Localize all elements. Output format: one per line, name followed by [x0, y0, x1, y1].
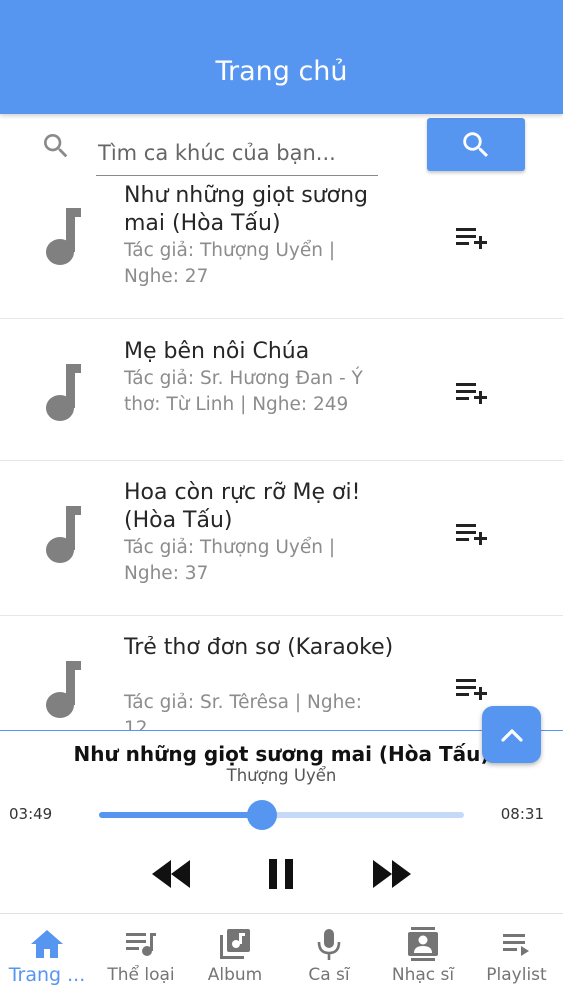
- playlist-play-icon: [501, 927, 533, 961]
- app-screen: Trang chủ Như những giọt sương mai (Hòa …: [0, 0, 563, 1000]
- nav-label: Playlist: [486, 965, 547, 985]
- music-note-icon: [38, 659, 86, 723]
- song-list-item[interactable]: Trẻ thơ đơn sơ (Karaoke) Tác giả: Sr. Tê…: [0, 616, 563, 730]
- search-icon: [40, 130, 72, 162]
- seek-slider-thumb[interactable]: [247, 800, 278, 830]
- fast-rewind-icon: [152, 860, 190, 888]
- scroll-to-top-button[interactable]: [482, 706, 541, 763]
- playlist-add-icon[interactable]: [456, 677, 488, 701]
- pause-button[interactable]: [260, 854, 302, 894]
- nav-label: Album: [207, 965, 263, 985]
- contact-card-icon: [406, 927, 440, 961]
- bottom-navigation: Trang ... Thể loại Album Ca sĩ Nhạc sĩ P…: [0, 913, 563, 1000]
- song-title: Trẻ thơ đơn sơ (Karaoke): [124, 635, 394, 660]
- search-button[interactable]: [427, 118, 525, 171]
- seek-slider-progress: [99, 812, 263, 818]
- nav-item-singer[interactable]: Ca sĩ: [282, 914, 376, 1000]
- song-list: Như những giọt sương mai (Hòa Tấu) Tác g…: [0, 178, 563, 730]
- music-note-icon: [38, 362, 86, 426]
- music-player: Như những giọt sương mai (Hòa Tấu) Thượn…: [0, 730, 563, 913]
- app-bar: Trang chủ: [0, 0, 563, 114]
- seek-slider[interactable]: [99, 800, 464, 830]
- fast-forward-icon: [373, 860, 411, 888]
- playlist-add-icon[interactable]: [456, 226, 488, 250]
- queue-music-icon: [124, 927, 158, 961]
- page-title: Trang chủ: [215, 56, 348, 87]
- song-subtitle: Tác giả: Thượng Uyển | Nghe: 37: [124, 537, 336, 584]
- fast-forward-button[interactable]: [369, 854, 415, 894]
- song-subtitle: Tác giả: Sr. Têrêsa | Nghe: 12: [124, 692, 362, 730]
- now-playing-artist: Thượng Uyển: [226, 766, 337, 785]
- home-icon: [29, 927, 65, 961]
- nav-label: Thể loại: [107, 965, 175, 985]
- music-note-icon: [38, 504, 86, 568]
- song-list-item[interactable]: Hoa còn rực rỡ Mẹ ơi! (Hòa Tấu) Tác giả:…: [0, 461, 563, 616]
- song-subtitle: Tác giả: Sr. Hương Đan - Ý thơ: Từ Linh …: [124, 368, 363, 415]
- nav-item-album[interactable]: Album: [188, 914, 282, 1000]
- search-icon: [463, 131, 489, 157]
- rewind-button[interactable]: [148, 854, 194, 894]
- current-time: 03:49: [9, 805, 53, 823]
- mic-icon: [316, 927, 342, 961]
- nav-item-genre[interactable]: Thể loại: [94, 914, 188, 1000]
- nav-label: Ca sĩ: [308, 965, 350, 985]
- nav-label: Trang ...: [8, 964, 86, 986]
- song-list-item[interactable]: Như những giọt sương mai (Hòa Tấu) Tác g…: [0, 178, 563, 319]
- song-title: Như những giọt sương mai (Hòa Tấu): [124, 183, 368, 236]
- library-music-icon: [218, 927, 252, 961]
- song-title: Hoa còn rực rỡ Mẹ ơi! (Hòa Tấu): [124, 480, 361, 533]
- nav-item-playlist[interactable]: Playlist: [470, 914, 563, 1000]
- now-playing-title: Như những giọt sương mai (Hòa Tấu): [73, 742, 490, 766]
- playlist-add-icon[interactable]: [456, 381, 488, 405]
- song-list-item[interactable]: Mẹ bên nôi Chúa Tác giả: Sr. Hương Đan -…: [0, 319, 563, 461]
- playlist-add-icon[interactable]: [456, 522, 488, 546]
- total-time: 08:31: [500, 805, 544, 823]
- nav-label: Nhạc sĩ: [391, 965, 455, 985]
- nav-item-home[interactable]: Trang ...: [0, 914, 94, 1000]
- music-note-icon: [38, 206, 86, 270]
- song-title: Mẹ bên nôi Chúa: [124, 339, 310, 364]
- chevron-up-icon: [500, 728, 523, 742]
- nav-item-composer[interactable]: Nhạc sĩ: [376, 914, 470, 1000]
- search-input[interactable]: [96, 120, 378, 176]
- pause-icon: [269, 859, 293, 889]
- song-subtitle: Tác giả: Thượng Uyển | Nghe: 27: [124, 240, 336, 287]
